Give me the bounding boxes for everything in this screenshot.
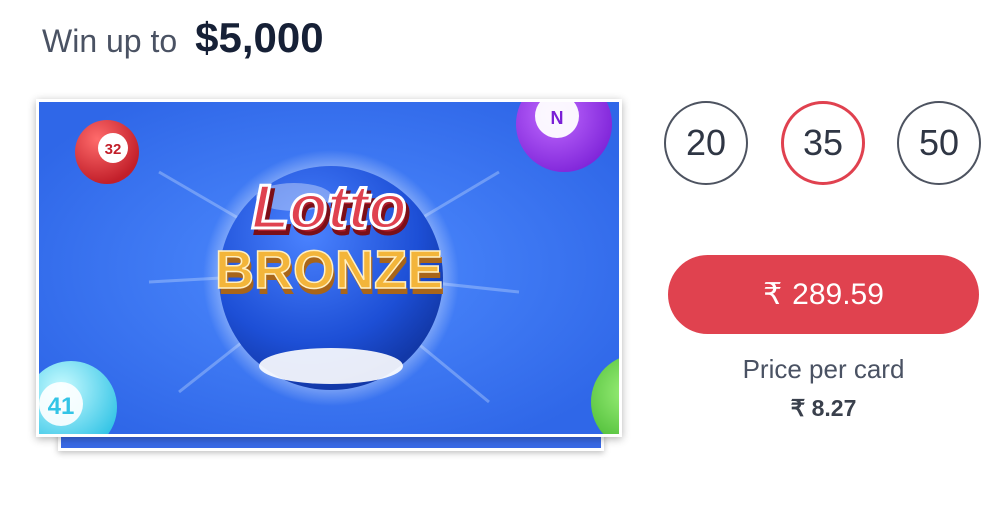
title-line1: Lotto (252, 173, 407, 242)
svg-text:32: 32 (105, 141, 122, 158)
currency-symbol: ₹ (763, 278, 783, 311)
lottery-card-image: Lotto Lotto BRONZE BRONZE 32 N 41 (36, 99, 622, 437)
svg-text:41: 41 (48, 393, 75, 420)
win-label: Win up to (42, 23, 178, 59)
title-line2: BRONZE (215, 240, 443, 300)
win-amount: $5,000 (195, 14, 324, 61)
card-count-option-20[interactable]: 20 (664, 101, 748, 185)
card-count-option-50[interactable]: 50 (897, 101, 981, 185)
lottery-card-stack: Lotto Lotto BRONZE BRONZE 32 N 41 (36, 99, 622, 451)
price-per-card-value: ₹ 8.27 (790, 395, 857, 421)
price-per-card-label: Price per card (742, 354, 905, 384)
lotto-bronze-artwork: Lotto Lotto BRONZE BRONZE 32 N 41 (39, 102, 619, 434)
win-header: Win up to $5,000 (42, 14, 324, 74)
card-count-option-35[interactable]: 35 (781, 101, 865, 185)
buy-button-amount: 289.59 (792, 277, 884, 311)
buy-button[interactable]: ₹ 289.59 (668, 255, 979, 334)
red-ball-32: 32 (75, 120, 139, 184)
svg-text:N: N (551, 108, 564, 128)
